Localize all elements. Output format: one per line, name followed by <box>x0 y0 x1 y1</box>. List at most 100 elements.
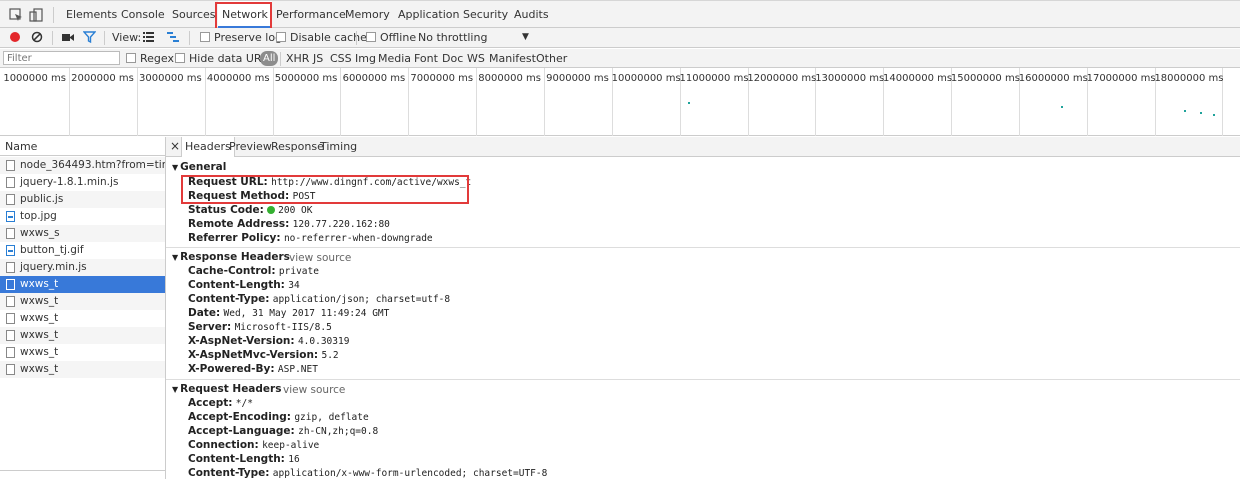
type-filter-manifest[interactable]: Manifest <box>489 52 536 65</box>
clear-icon[interactable] <box>31 31 43 43</box>
dropdown-arrow-icon[interactable]: ▼ <box>522 32 529 42</box>
tab-preview[interactable]: Preview <box>229 140 272 153</box>
request-row[interactable]: wxws_t <box>0 310 165 327</box>
request-detail-panel: × Headers Preview Response Timing ▼ Gener… <box>166 137 1240 479</box>
timeline-request-mark <box>1213 114 1215 116</box>
triangle-down-icon: ▼ <box>172 253 179 262</box>
request-headers-view-source[interactable]: view source <box>283 384 345 396</box>
request-row[interactable]: wxws_t <box>0 276 165 293</box>
request-row[interactable]: node_364493.htm?from=timeli... <box>0 157 165 174</box>
timeline-overview[interactable]: 1000000 ms 2000000 ms 3000000 ms 4000000 ms… <box>0 68 1240 136</box>
tab-audits[interactable]: Audits <box>514 1 549 28</box>
tab-elements[interactable]: Elements <box>66 1 117 28</box>
type-filter-img[interactable]: Img <box>355 52 376 65</box>
request-row[interactable]: wxws_t <box>0 327 165 344</box>
tab-console[interactable]: Console <box>121 1 165 28</box>
regex-label[interactable]: Regex <box>140 52 174 65</box>
status-ok-icon <box>267 206 276 214</box>
preserve-log-checkbox[interactable] <box>200 32 210 42</box>
timeline-tick-label: 2000000 ms <box>71 73 134 84</box>
header-row: Referrer Policy: no-referrer-when-downgr… <box>188 232 433 244</box>
inspect-icon[interactable] <box>9 8 23 22</box>
response-headers-view-source[interactable]: view source <box>289 252 351 264</box>
type-filter-other[interactable]: Other <box>536 52 567 65</box>
type-filter-doc[interactable]: Doc <box>442 52 463 65</box>
video-icon[interactable] <box>62 32 75 43</box>
request-name: public.js <box>20 193 64 205</box>
filter-input[interactable] <box>3 51 120 65</box>
list-view-icon[interactable] <box>143 32 154 42</box>
header-row: Content-Type: application/json; charset=… <box>188 293 450 305</box>
header-key: Cache-Control: <box>188 265 276 277</box>
request-row[interactable]: button_tj.gif <box>0 242 165 259</box>
request-headers-section-toggle[interactable]: ▼ Request Headers <box>172 383 281 395</box>
type-filter-all[interactable]: All <box>260 51 279 66</box>
request-name: button_tj.gif <box>20 244 84 256</box>
request-name: wxws_t <box>20 295 59 307</box>
header-key: Accept-Encoding: <box>188 411 291 423</box>
request-row[interactable]: wxws_t <box>0 344 165 361</box>
tab-security[interactable]: Security <box>463 1 508 28</box>
request-name: wxws_t <box>20 278 59 290</box>
offline-checkbox[interactable] <box>366 32 376 42</box>
tab-headers[interactable]: Headers <box>181 137 235 157</box>
request-name: wxws_t <box>20 329 59 341</box>
request-row[interactable]: jquery.min.js <box>0 259 165 276</box>
name-column-header[interactable]: Name <box>0 137 165 156</box>
header-key: Content-Type: <box>188 467 270 479</box>
type-filter-js[interactable]: JS <box>313 52 323 65</box>
request-row[interactable]: jquery-1.8.1.min.js <box>0 174 165 191</box>
header-row: X-Powered-By: ASP.NET <box>188 363 318 375</box>
toolbar-divider <box>53 7 54 23</box>
type-filter-xhr[interactable]: XHR <box>286 52 309 65</box>
header-value: application/x-www-form-urlencoded; chars… <box>272 468 548 479</box>
timeline-request-mark <box>1184 110 1186 112</box>
waterfall-view-icon[interactable] <box>167 32 179 42</box>
image-file-icon <box>6 245 15 256</box>
header-key: X-AspNetMvc-Version: <box>188 349 319 361</box>
tab-timing[interactable]: Timing <box>320 140 357 153</box>
throttling-select[interactable]: No throttling <box>418 31 487 44</box>
type-filter-css[interactable]: CSS <box>330 52 352 65</box>
tab-response[interactable]: Response <box>271 140 324 153</box>
request-row[interactable]: public.js <box>0 191 165 208</box>
device-toggle-icon[interactable] <box>29 8 43 22</box>
request-row[interactable]: wxws_t <box>0 361 165 378</box>
header-key: Content-Type: <box>188 293 270 305</box>
header-row: Server: Microsoft-IIS/8.5 <box>188 321 332 333</box>
header-value: 34 <box>288 280 300 291</box>
header-value: Wed, 31 May 2017 11:49:24 GMT <box>223 308 390 319</box>
tab-application[interactable]: Application <box>398 1 459 28</box>
response-headers-section-toggle[interactable]: ▼ Response Headers <box>172 251 290 263</box>
header-row: Date: Wed, 31 May 2017 11:49:24 GMT <box>188 307 389 319</box>
header-row: Content-Length: 34 <box>188 279 300 291</box>
regex-checkbox[interactable] <box>126 53 136 63</box>
request-row[interactable]: wxws_t <box>0 293 165 310</box>
general-section-toggle[interactable]: ▼ General <box>172 161 226 173</box>
toolbar-divider <box>189 31 190 45</box>
header-key: Remote Address: <box>188 218 290 230</box>
request-row[interactable]: wxws_s <box>0 225 165 242</box>
tab-performance[interactable]: Performance <box>276 1 346 28</box>
close-icon[interactable]: × <box>170 139 180 153</box>
request-name: wxws_t <box>20 363 59 375</box>
type-filter-font[interactable]: Font <box>414 52 438 65</box>
disable-cache-checkbox[interactable] <box>276 32 286 42</box>
type-filter-media[interactable]: Media <box>378 52 411 65</box>
filter-icon[interactable] <box>83 31 96 43</box>
timeline-tick-label: 4000000 ms <box>206 73 270 84</box>
header-row: Content-Type: application/x-www-form-url… <box>188 467 547 479</box>
tab-sources[interactable]: Sources <box>172 1 216 28</box>
preserve-log-label[interactable]: Preserve log <box>214 31 282 44</box>
filter-bar: Regex Hide data URLs All XHR JS CSS Img … <box>0 49 1240 68</box>
devtools-tab-bar: Elements Console Sources Network Perform… <box>0 0 1240 28</box>
hide-data-urls-checkbox[interactable] <box>175 53 185 63</box>
timeline-tick-label: 14000000 ms <box>883 73 953 84</box>
header-value: private <box>278 266 319 277</box>
record-icon[interactable] <box>9 31 21 43</box>
request-row[interactable]: top.jpg <box>0 208 165 225</box>
timeline-tick-label: 11000000 ms <box>679 73 749 84</box>
tab-memory[interactable]: Memory <box>345 1 390 28</box>
type-filter-ws[interactable]: WS <box>467 52 485 65</box>
offline-label[interactable]: Offline <box>380 31 416 44</box>
